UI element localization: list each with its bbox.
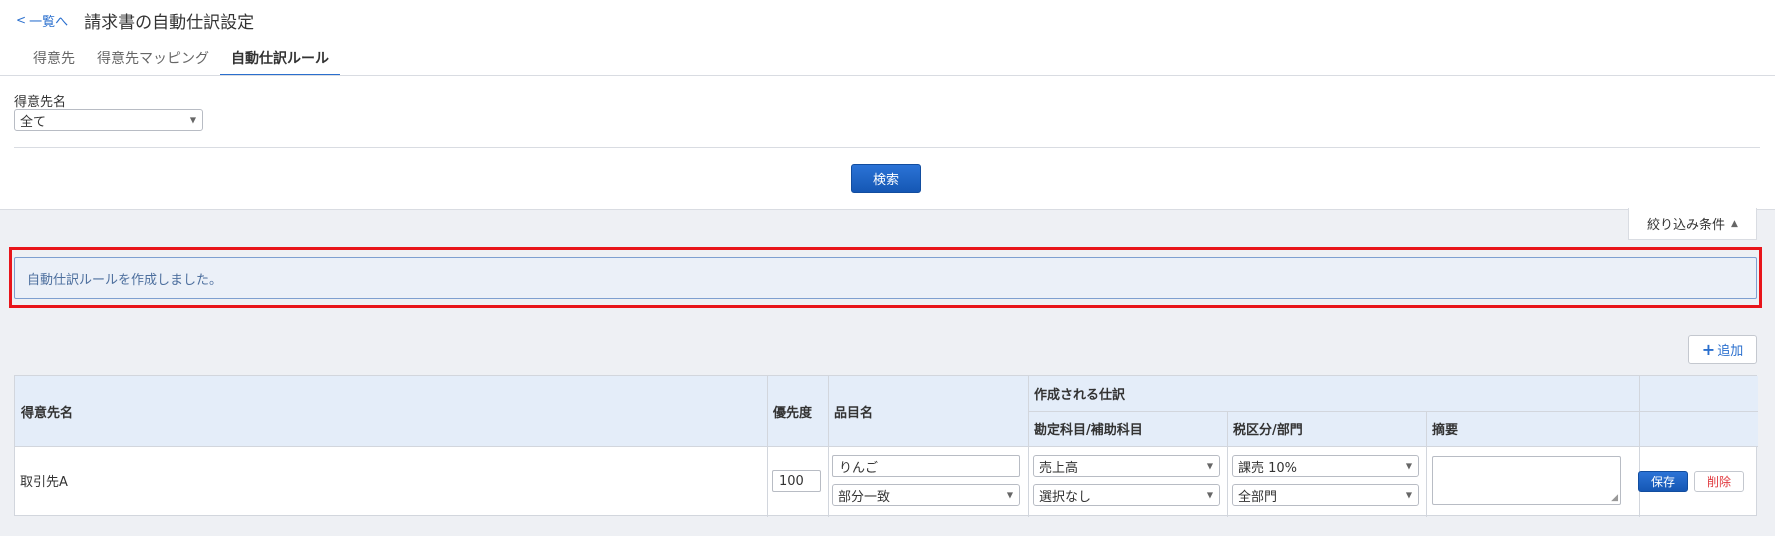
tab-auto-journal-rules[interactable]: 自動仕訳ルール <box>220 44 340 76</box>
header-customer: 得意先名 <box>15 376 767 446</box>
dropdown-arrow-icon: ▼ <box>1006 490 1013 500</box>
header-item-name-label: 品目名 <box>834 405 874 421</box>
search-panel: < 一覧へ 請求書の自動仕訳設定 得意先 得意先マッピング 自動仕訳ルール 得意… <box>0 0 1775 210</box>
back-to-list-link[interactable]: < 一覧へ <box>16 11 68 30</box>
filter-toggle-label: 絞り込み条件 <box>1647 218 1726 233</box>
dropdown-arrow-icon: ▼ <box>189 115 196 125</box>
delete-button[interactable]: 削除 <box>1694 471 1744 492</box>
row-customer-name: 取引先A <box>20 475 68 490</box>
department-select[interactable]: 全部門 ▼ <box>1232 484 1419 506</box>
customer-filter-value: 全て <box>20 114 47 130</box>
col-divider <box>767 376 768 517</box>
header-tax-label: 税区分/部門 <box>1233 423 1303 438</box>
header-tax: 税区分/部門 <box>1227 411 1426 446</box>
page-header: < 一覧へ 請求書の自動仕訳設定 <box>16 8 255 33</box>
header-memo-label: 摘要 <box>1432 423 1459 438</box>
tax-category-value: 課売 10% <box>1238 460 1298 476</box>
dropdown-arrow-icon: ▼ <box>1206 461 1213 471</box>
dropdown-arrow-icon: ▼ <box>1405 461 1412 471</box>
header-middle-border <box>1028 411 1758 412</box>
col-divider <box>1028 376 1029 517</box>
col-divider <box>1639 376 1640 517</box>
filter-divider <box>14 147 1760 148</box>
header-generated-journal: 作成される仕訳 <box>1028 376 1639 411</box>
memo-textarea[interactable]: ◢ <box>1432 456 1621 505</box>
account-value: 売上高 <box>1039 460 1079 476</box>
highlight-annotation <box>9 247 1762 308</box>
match-type-select[interactable]: 部分一致 ▼ <box>832 484 1020 506</box>
chevron-left-icon: < <box>16 13 27 27</box>
dropdown-arrow-icon: ▼ <box>1405 490 1412 500</box>
header-bottom-border <box>15 446 1758 447</box>
header-priority-label: 優先度 <box>773 405 813 421</box>
priority-input[interactable]: 100 <box>772 470 821 492</box>
col-divider <box>828 376 829 517</box>
header-customer-label: 得意先名 <box>21 405 74 421</box>
header-item-name: 品目名 <box>828 376 1028 446</box>
add-button-label: 追加 <box>1717 344 1744 359</box>
header-account: 勘定科目/補助科目 <box>1028 411 1227 446</box>
resize-grip-icon[interactable]: ◢ <box>1611 493 1618 503</box>
match-type-value: 部分一致 <box>838 489 891 505</box>
customer-filter-label: 得意先名 <box>14 95 67 110</box>
header-memo: 摘要 <box>1426 411 1639 446</box>
tab-bar: 得意先 得意先マッピング 自動仕訳ルール <box>22 44 340 76</box>
tax-category-select[interactable]: 課売 10% ▼ <box>1232 455 1419 477</box>
triangle-up-icon: ▲ <box>1731 218 1738 229</box>
filter-conditions-toggle[interactable]: 絞り込み条件 ▲ <box>1628 208 1757 240</box>
sub-account-select[interactable]: 選択なし ▼ <box>1033 484 1220 506</box>
header-priority: 優先度 <box>767 376 828 446</box>
back-link-label: 一覧へ <box>29 14 69 30</box>
search-button[interactable]: 検索 <box>851 164 921 193</box>
col-divider <box>1227 411 1228 517</box>
tab-customers[interactable]: 得意先 <box>22 44 86 76</box>
col-divider <box>1426 411 1427 517</box>
tab-customer-mapping[interactable]: 得意先マッピング <box>86 44 220 76</box>
department-value: 全部門 <box>1238 489 1278 505</box>
add-rule-button[interactable]: + 追加 <box>1688 335 1757 364</box>
page-title: 請求書の自動仕訳設定 <box>84 12 255 33</box>
header-account-label: 勘定科目/補助科目 <box>1034 423 1143 438</box>
save-button[interactable]: 保存 <box>1638 471 1688 492</box>
dropdown-arrow-icon: ▼ <box>1206 490 1213 500</box>
sub-account-value: 選択なし <box>1039 489 1092 505</box>
plus-icon: + <box>1701 340 1716 359</box>
customer-filter-select[interactable]: 全て ▼ <box>14 109 203 131</box>
header-generated-label: 作成される仕訳 <box>1034 388 1126 403</box>
tabs-divider <box>0 75 1775 76</box>
account-select[interactable]: 売上高 ▼ <box>1033 455 1220 477</box>
item-name-input[interactable]: りんご <box>832 455 1020 477</box>
